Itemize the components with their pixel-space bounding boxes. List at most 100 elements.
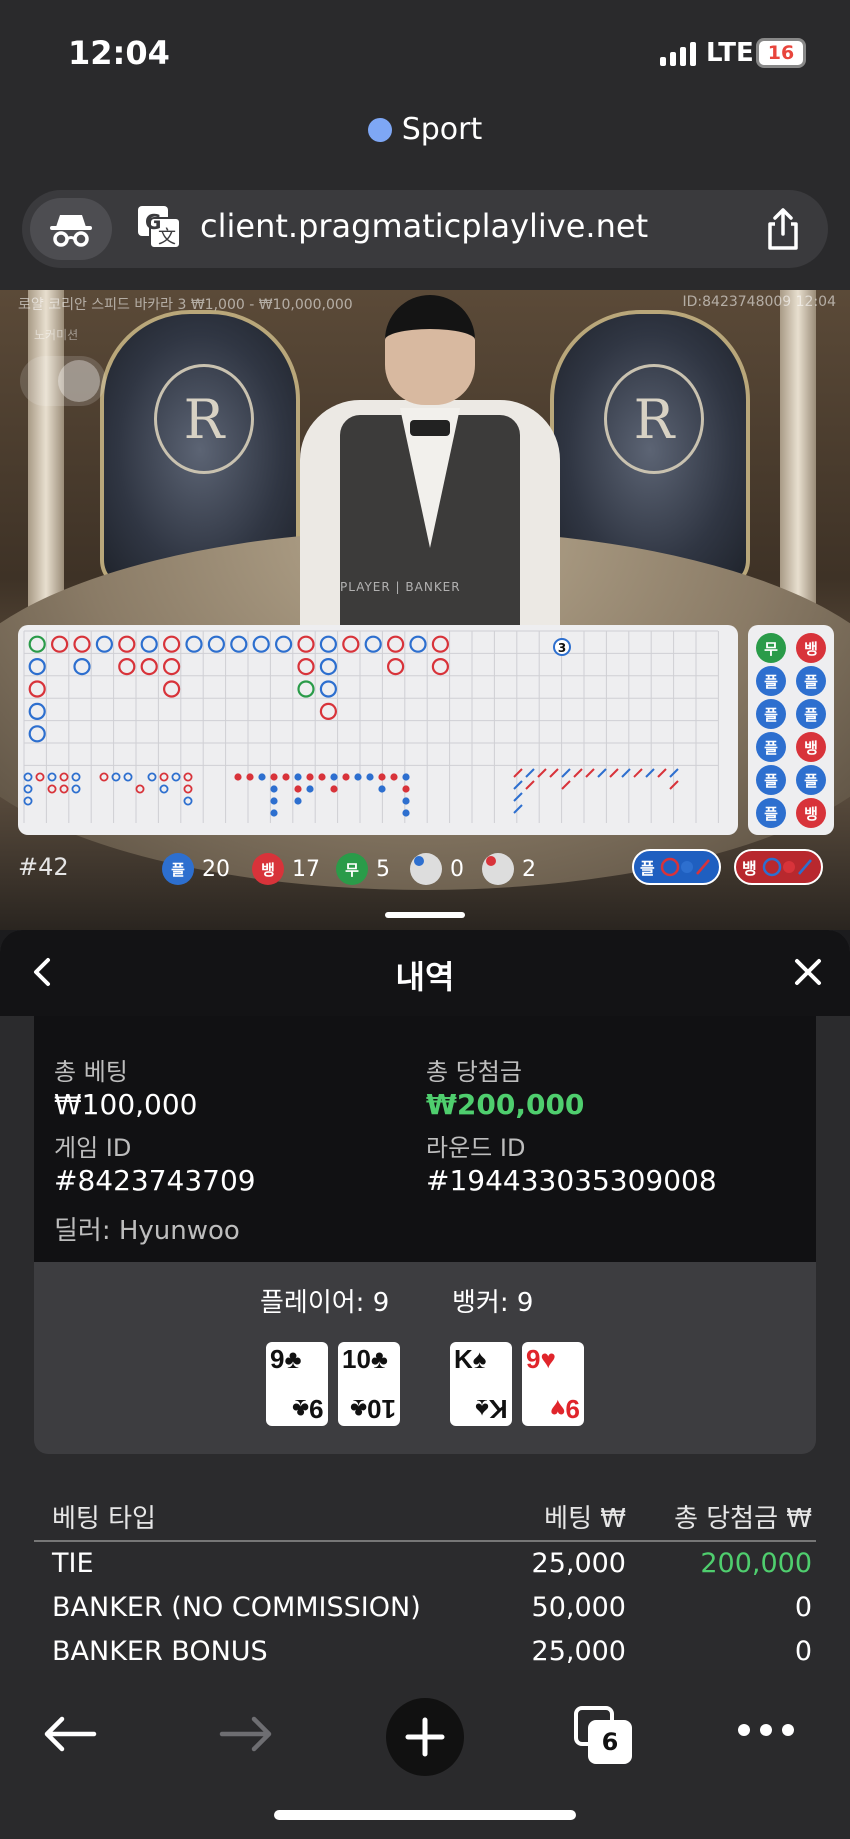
win-amount-cell: 0	[794, 1636, 812, 1667]
bead-road-chip: 무	[756, 633, 786, 663]
big-road-mark	[118, 635, 136, 653]
royal-emblem: R	[154, 364, 254, 474]
big-road-mark	[275, 635, 293, 653]
incognito-icon[interactable]	[30, 198, 112, 260]
close-icon[interactable]	[788, 952, 828, 992]
big-eye-road-mark	[159, 784, 169, 794]
share-icon[interactable]	[760, 206, 806, 252]
cockroach-road-mark	[549, 768, 559, 778]
url-bar[interactable]: G文 client.pragmaticplaylive.net	[22, 190, 828, 268]
tabs-icon[interactable]: 6	[574, 1706, 632, 1764]
dealer-name: 딜러: Hyunwoo	[54, 1216, 240, 1246]
url-text[interactable]: client.pragmaticplaylive.net	[200, 207, 648, 245]
big-road-mark	[431, 657, 449, 676]
big-road-mark	[319, 702, 337, 721]
win-amount-cell: 200,000	[700, 1548, 812, 1579]
big-road-mark	[319, 657, 337, 676]
tie-stat: 무 5	[336, 853, 390, 885]
small-road-mark	[282, 773, 290, 781]
big-eye-road-mark	[71, 784, 81, 794]
tab-group-label[interactable]: Sport	[0, 112, 850, 147]
player-pair-icon	[410, 853, 442, 885]
battery-icon: 16	[756, 38, 806, 68]
back-arrow-icon[interactable]	[40, 1704, 100, 1764]
table-id: ID:8423748009 12:04	[682, 294, 837, 310]
forward-arrow-icon[interactable]	[216, 1704, 276, 1764]
ask-road-icon	[762, 857, 812, 877]
status-bar: 12:04 LTE 16	[0, 0, 850, 100]
sheet-drag-handle[interactable]	[385, 912, 465, 918]
win-amount-cell: 0	[794, 1592, 812, 1623]
cockroach-road-mark	[597, 768, 607, 778]
header-bet-amount: 베팅 ₩	[544, 1504, 626, 1534]
tab-count: 6	[588, 1720, 632, 1764]
big-road-mark	[342, 635, 360, 653]
svg-text:文: 文	[158, 227, 176, 248]
dealer-row: 딜러: Hyunwoo	[34, 1192, 816, 1262]
player-score: 플레이어: 9	[260, 1288, 390, 1318]
big-road-mark	[252, 635, 270, 653]
small-road-mark	[378, 785, 386, 793]
history-sheet: 내역 총 베팅 ₩100,000 총 당첨금 ₩200,000 게임 ID #8…	[0, 930, 850, 1670]
ask-player-button[interactable]: 플	[632, 849, 721, 885]
total-win-label: 총 당첨금	[426, 1058, 522, 1086]
cockroach-road-mark	[525, 768, 535, 778]
playing-card: 9♥ 9♥	[522, 1342, 584, 1426]
cockroach-road-mark	[525, 780, 535, 790]
big-road-mark	[50, 635, 69, 653]
small-road-mark	[294, 773, 302, 781]
playing-card: 9♣ 9♣	[266, 1342, 328, 1426]
big-road-mark	[95, 635, 114, 653]
banker-count: 17	[292, 856, 320, 882]
cockroach-road-mark	[585, 768, 595, 778]
hand-result-panel: 플레이어: 9 뱅커: 9 9♣ 9♣ 10♣ 10♣ K♠ K♠ 9♥ 9♥	[34, 1262, 816, 1454]
cockroach-road-mark	[573, 768, 583, 778]
bead-road-chip: 플	[796, 699, 826, 729]
header-bet-type: 베팅 타입	[52, 1504, 156, 1534]
big-eye-road-mark	[23, 796, 33, 806]
bet-amount-cell: 50,000	[531, 1592, 626, 1623]
big-eye-road-mark	[99, 772, 109, 782]
banker-pair-count: 2	[522, 856, 536, 882]
big-eye-road-mark	[147, 772, 157, 782]
total-bet-value: ₩100,000	[54, 1088, 198, 1121]
player-stat: 플 20	[162, 853, 230, 885]
playing-card: K♠ K♠	[450, 1342, 512, 1426]
big-road-mark	[73, 635, 91, 653]
royal-emblem: R	[604, 364, 704, 474]
video-toggle[interactable]	[20, 356, 106, 406]
big-road-mark	[207, 635, 225, 653]
banker-score: 뱅커: 9	[452, 1288, 534, 1318]
bets-table-body: TIE 25,000 200,000 BANKER (NO COMMISSION) 50…	[34, 1542, 816, 1670]
cockroach-road-mark	[561, 780, 571, 790]
big-road-mark	[163, 657, 181, 676]
ask-banker-button[interactable]: 뱅	[734, 849, 823, 885]
player-pair-stat: 0	[410, 853, 464, 885]
small-road-mark	[378, 773, 386, 781]
big-eye-road-mark	[171, 772, 181, 782]
bet-type-cell: TIE	[52, 1548, 94, 1579]
bets-table-header: 베팅 타입 베팅 ₩ 총 당첨금 ₩	[34, 1490, 816, 1542]
cockroach-road-mark	[513, 768, 523, 778]
small-road-mark	[246, 773, 254, 781]
big-road-mark	[28, 702, 46, 721]
plus-icon[interactable]	[386, 1698, 464, 1776]
big-eye-road-mark	[183, 784, 193, 794]
live-game-stream[interactable]: R R PLAYER | BANKER 로얄 코리안 스피드 바카라 3 ₩1,…	[0, 290, 850, 930]
bead-road-chip: 뱅	[796, 798, 826, 828]
big-road-mark	[28, 635, 46, 653]
total-bet-label: 총 베팅	[54, 1058, 128, 1086]
translate-icon[interactable]: G文	[136, 204, 182, 250]
scoreboard-roadmap[interactable]: 3	[18, 625, 738, 835]
sheet-header: 내역	[0, 930, 850, 1016]
more-icon[interactable]	[738, 1724, 794, 1736]
big-road-mark	[387, 657, 405, 676]
small-road-mark	[306, 785, 314, 793]
tab-group-dot-icon	[367, 118, 392, 142]
banker-pair-stat: 2	[482, 853, 536, 885]
banker-stat: 뱅 17	[252, 853, 320, 885]
player-chip: 플	[162, 853, 194, 885]
small-road-mark	[330, 773, 338, 781]
game-info: 로얄 코리안 스피드 바카라 3 ₩1,000 - ₩10,000,000	[18, 297, 353, 313]
big-road-mark	[364, 635, 382, 653]
